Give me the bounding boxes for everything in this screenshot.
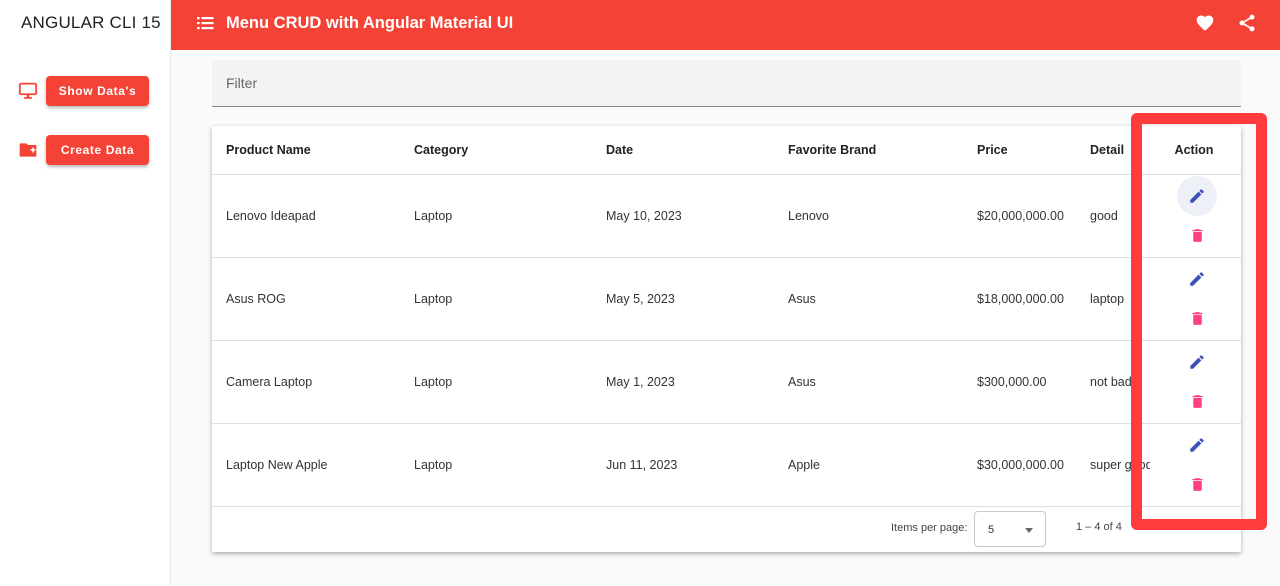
pencil-icon	[1190, 189, 1204, 203]
cell-detail: not bad	[1090, 375, 1132, 389]
delete-button[interactable]	[1177, 303, 1217, 333]
header-date[interactable]: Date	[606, 143, 786, 157]
cell-category: Laptop	[414, 375, 453, 389]
edit-button[interactable]	[1177, 342, 1217, 382]
monitor-icon	[18, 81, 38, 101]
show-data-button[interactable]: Show Data's	[46, 76, 149, 106]
header-detail[interactable]: Detail	[1090, 143, 1150, 157]
sidebar-item-create: Create Data	[18, 135, 149, 165]
edit-button[interactable]	[1177, 425, 1217, 465]
sidebar: ANGULAR CLI 15 Show Data's Create Data	[0, 0, 171, 586]
trash-icon	[1192, 311, 1202, 325]
delete-button[interactable]	[1177, 220, 1217, 250]
edit-button[interactable]	[1177, 176, 1217, 216]
table-row: Laptop New Apple Laptop Jun 11, 2023 App…	[212, 424, 1241, 507]
page-size-select[interactable]: 5	[974, 511, 1046, 547]
filter-input[interactable]	[226, 72, 1206, 94]
data-table-card: Product Name Category Date Favorite Bran…	[212, 126, 1241, 552]
pencil-icon	[1190, 355, 1204, 369]
edit-button[interactable]	[1177, 259, 1217, 299]
table-row: Camera Laptop Laptop May 1, 2023 Asus $3…	[212, 341, 1241, 424]
cell-brand: Asus	[788, 375, 816, 389]
cell-detail: super good	[1090, 458, 1150, 472]
cell-product-name: Lenovo Ideapad	[226, 209, 316, 223]
cell-detail: laptop	[1090, 292, 1125, 306]
menu-icon[interactable]	[197, 16, 214, 35]
cell-date: May 10, 2023	[606, 209, 682, 223]
pencil-icon	[1190, 272, 1204, 286]
cell-date: May 5, 2023	[606, 292, 675, 306]
cell-price: $300,000.00	[977, 375, 1047, 389]
header-product-name[interactable]: Product Name	[226, 143, 406, 157]
cell-price: $30,000,000.00	[977, 458, 1064, 472]
app-brand: ANGULAR CLI 15	[21, 13, 161, 32]
cell-category: Laptop	[414, 458, 453, 472]
cell-product-name: Camera Laptop	[226, 375, 313, 389]
chevron-down-icon	[1025, 528, 1033, 533]
header-favorite-brand[interactable]: Favorite Brand	[788, 143, 968, 157]
paginator: Items per page: 5 1 – 4 of 4	[212, 506, 1241, 552]
sidebar-item-show: Show Data's	[18, 76, 149, 106]
cell-brand: Lenovo	[788, 209, 830, 223]
page-range-label: 1 – 4 of 4	[1076, 521, 1122, 533]
toolbar-title: Menu CRUD with Angular Material UI	[226, 14, 514, 32]
header-action: Action	[1174, 143, 1214, 157]
pencil-icon	[1190, 438, 1204, 452]
cell-detail: good	[1090, 209, 1118, 223]
cell-price: $18,000,000.00	[977, 292, 1064, 306]
header-category[interactable]: Category	[414, 143, 594, 157]
delete-button[interactable]	[1177, 386, 1217, 416]
delete-button[interactable]	[1177, 469, 1217, 499]
filter-field	[212, 60, 1241, 107]
create-data-button[interactable]: Create Data	[46, 135, 149, 165]
trash-icon	[1192, 228, 1202, 242]
cell-product-name: Laptop New Apple	[226, 458, 328, 472]
items-per-page-label: Items per page:	[891, 522, 968, 534]
table-header-row: Product Name Category Date Favorite Bran…	[212, 126, 1241, 175]
table-row: Lenovo Ideapad Laptop May 10, 2023 Lenov…	[212, 175, 1241, 258]
folder-add-icon	[18, 140, 38, 160]
top-toolbar: Menu CRUD with Angular Material UI	[171, 0, 1280, 50]
share-icon[interactable]	[1237, 13, 1257, 38]
cell-brand: Asus	[788, 292, 816, 306]
cell-category: Laptop	[414, 209, 453, 223]
trash-icon	[1192, 394, 1202, 408]
table-row: Asus ROG Laptop May 5, 2023 Asus $18,000…	[212, 258, 1241, 341]
cell-brand: Apple	[788, 458, 820, 472]
cell-product-name: Asus ROG	[226, 292, 286, 306]
cell-category: Laptop	[414, 292, 453, 306]
heart-icon[interactable]	[1195, 13, 1215, 38]
cell-price: $20,000,000.00	[977, 209, 1064, 223]
cell-date: May 1, 2023	[606, 375, 675, 389]
header-price[interactable]: Price	[977, 143, 1082, 157]
page-size-value: 5	[988, 524, 995, 536]
trash-icon	[1192, 477, 1202, 491]
cell-date: Jun 11, 2023	[606, 458, 678, 472]
